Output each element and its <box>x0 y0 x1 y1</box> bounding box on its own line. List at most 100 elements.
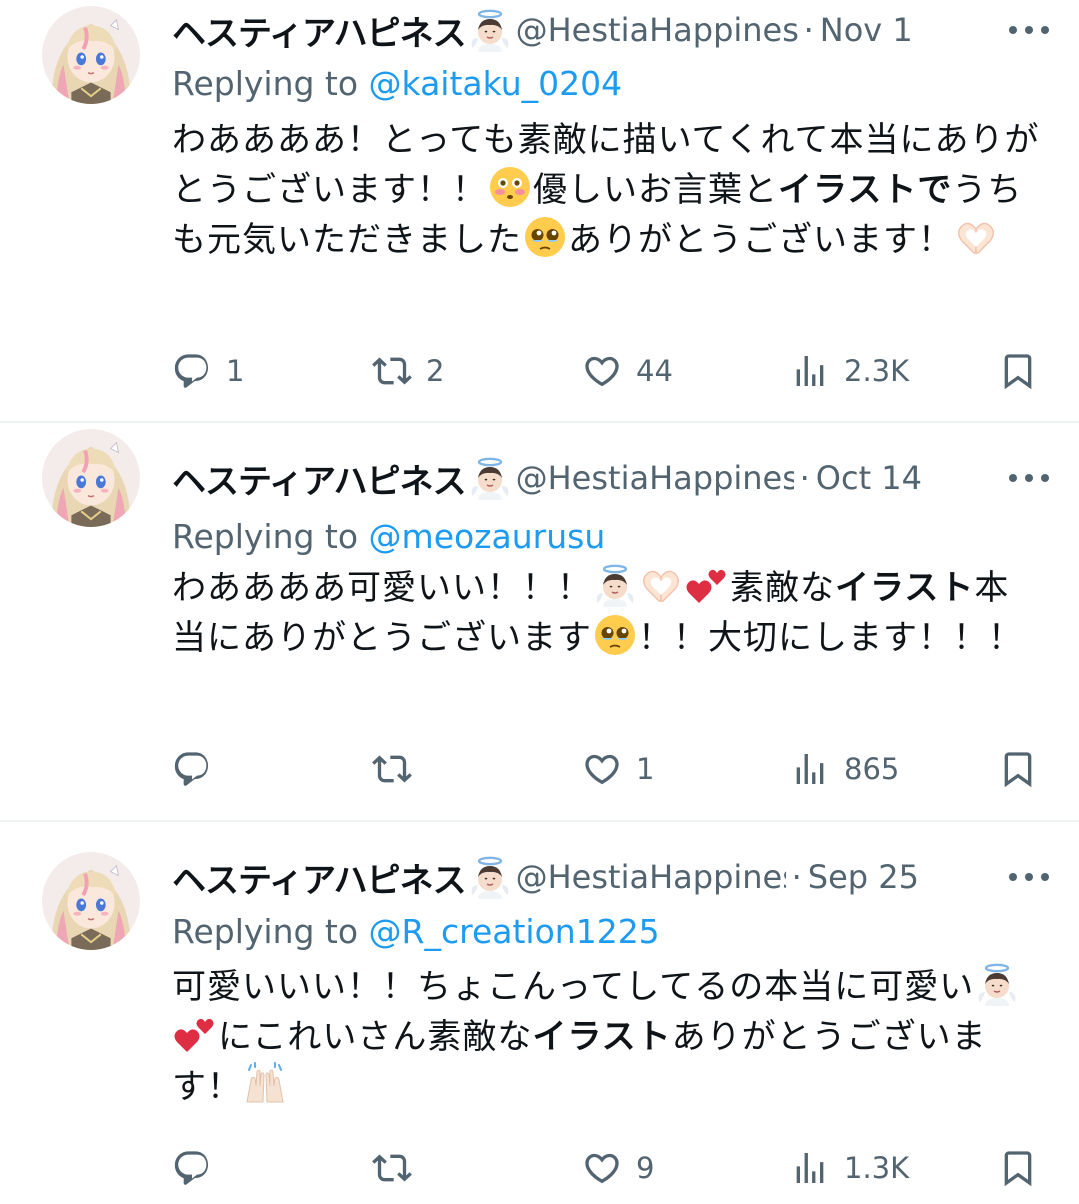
replying-to-line: Replying to @kaitaku_0204 <box>172 64 622 103</box>
bookmark-button[interactable] <box>998 745 1038 793</box>
avatar[interactable] <box>42 852 140 950</box>
pleading-face-emoji <box>593 613 637 657</box>
reply-button[interactable]: 1 <box>172 347 244 395</box>
tweet[interactable]: ヘスティアハピネス @HestiaHappiness · Nov 1 Reply… <box>0 0 1079 422</box>
tweet-header: ヘスティアハピネス @HestiaHappiness · Sep 25 <box>172 852 1049 902</box>
like-button[interactable]: 44 <box>582 347 673 395</box>
tweet-text-segment: わああああ可愛いい！！！ <box>172 568 592 608</box>
reply-icon <box>172 351 212 391</box>
two-hearts-emoji <box>173 1012 217 1056</box>
retweet-count: 2 <box>426 354 445 388</box>
tweet-date[interactable]: Oct 14 <box>816 459 922 497</box>
tweet-text-segment: 可愛いいい！！ちょこんってしてるの本当に可愛い <box>172 967 975 1007</box>
retweet-icon <box>372 749 412 789</box>
tweet[interactable]: ヘスティアハピネス @HestiaHappiness · Sep 25 Repl… <box>0 822 1079 1204</box>
dot-separator: · <box>803 11 814 49</box>
tweet-text-segment: 素敵な <box>730 568 835 608</box>
replying-label: Replying to <box>172 64 359 103</box>
angel-emoji <box>468 855 512 899</box>
bookmark-icon <box>998 351 1038 391</box>
tweet-text-segment: にこれいさん素敵な <box>218 1017 533 1057</box>
tweet-text: わああああ可愛いい！！！ 素敵なイラスト本当にありがとうございます ！！大切にします… <box>172 563 1042 663</box>
views-chart-icon <box>790 1148 830 1188</box>
avatar[interactable] <box>42 6 140 104</box>
tweet-text-segment: ！！大切にします！！！ <box>638 618 1023 658</box>
bookmark-button[interactable] <box>998 347 1038 395</box>
angel-emoji <box>975 962 1019 1006</box>
angel-emoji <box>468 456 512 500</box>
reply-count: 1 <box>226 354 245 388</box>
display-name[interactable]: ヘスティアハピネス <box>172 454 467 503</box>
views-chart-icon <box>790 749 830 789</box>
display-name[interactable]: ヘスティアハピネス <box>172 853 467 902</box>
tweet-header: ヘスティアハピネス @HestiaHappiness · Oct 14 <box>172 453 1049 503</box>
tweet-actions: 1 865 <box>172 745 1042 793</box>
tweet-date[interactable]: Sep 25 <box>808 858 919 896</box>
avatar[interactable] <box>42 429 140 527</box>
dot-separator: · <box>799 459 810 497</box>
heart-hands-emoji <box>639 563 683 607</box>
display-name[interactable]: ヘスティアハピネス <box>172 6 467 55</box>
reply-icon <box>172 749 212 789</box>
heart-icon <box>582 1148 622 1188</box>
tweet-actions: 1 2 44 2.3K <box>172 347 1042 395</box>
like-count: 9 <box>636 1151 655 1185</box>
like-button[interactable]: 9 <box>582 1144 654 1192</box>
tweet-actions: 9 1.3K <box>172 1144 1042 1192</box>
tweet-text: 可愛いいい！！ちょこんってしてるの本当に可愛いにこれいさん素敵なイラストありがと… <box>172 962 1042 1112</box>
heart-icon <box>582 749 622 789</box>
bookmark-button[interactable] <box>998 1144 1038 1192</box>
replying-label: Replying to <box>172 912 359 951</box>
reply-button[interactable] <box>172 1144 226 1192</box>
tweet-text: わああああ！とっても素敵に描いてくれて本当にありがとうございます！！ 優しいお言葉… <box>172 115 1042 265</box>
tweet-text-bold: で <box>917 170 953 210</box>
replying-to-mention[interactable]: @kaitaku_0204 <box>369 64 623 103</box>
view-count: 865 <box>844 752 900 786</box>
bookmark-icon <box>998 1148 1038 1188</box>
like-count: 44 <box>636 354 673 388</box>
retweet-button[interactable] <box>372 1144 426 1192</box>
raising-hands-emoji <box>243 1062 287 1106</box>
replying-to-mention[interactable]: @R_creation1225 <box>369 912 660 951</box>
views-button[interactable]: 1.3K <box>790 1144 909 1192</box>
tweet-text-bold: イラスト <box>532 1017 672 1057</box>
pleading-face-emoji <box>523 215 567 259</box>
reply-icon <box>172 1148 212 1188</box>
dot-separator: · <box>791 858 802 896</box>
more-dots-icon[interactable] <box>1009 870 1049 884</box>
more-dots-icon[interactable] <box>1009 23 1049 37</box>
flushed-face-emoji <box>488 165 532 209</box>
like-button[interactable]: 1 <box>582 745 654 793</box>
replying-to-line: Replying to @meozaurusu <box>172 517 605 556</box>
user-handle[interactable]: @HestiaHappiness <box>516 858 786 896</box>
bookmark-icon <box>998 749 1038 789</box>
angel-emoji <box>593 563 637 607</box>
heart-icon <box>582 351 622 391</box>
views-button[interactable]: 865 <box>790 745 899 793</box>
user-handle[interactable]: @HestiaHappiness <box>516 11 798 49</box>
tweet-text-segment: ありがとうございます！ <box>568 220 953 260</box>
user-handle[interactable]: @HestiaHappiness <box>516 459 794 497</box>
retweet-button[interactable] <box>372 745 426 793</box>
views-chart-icon <box>790 351 830 391</box>
angel-emoji <box>468 8 512 52</box>
more-dots-icon[interactable] <box>1009 471 1049 485</box>
retweet-icon <box>372 1148 412 1188</box>
tweet-text-bold: イラスト <box>835 568 975 608</box>
views-button[interactable]: 2.3K <box>790 347 909 395</box>
like-count: 1 <box>636 752 655 786</box>
retweet-button[interactable]: 2 <box>372 347 444 395</box>
tweet[interactable]: ヘスティアハピネス @HestiaHappiness · Oct 14 Repl… <box>0 423 1079 821</box>
heart-hands-emoji <box>954 215 998 259</box>
view-count: 1.3K <box>844 1151 910 1185</box>
replying-to-mention[interactable]: @meozaurusu <box>369 517 606 556</box>
tweet-date[interactable]: Nov 1 <box>820 11 913 49</box>
replying-label: Replying to <box>172 517 359 556</box>
tweet-text-bold: イラスト <box>778 170 918 210</box>
retweet-icon <box>372 351 412 391</box>
reply-button[interactable] <box>172 745 226 793</box>
two-hearts-emoji <box>685 563 729 607</box>
view-count: 2.3K <box>844 354 910 388</box>
tweet-header: ヘスティアハピネス @HestiaHappiness · Nov 1 <box>172 5 1049 55</box>
tweet-text-segment: 優しいお言葉と <box>533 170 778 210</box>
